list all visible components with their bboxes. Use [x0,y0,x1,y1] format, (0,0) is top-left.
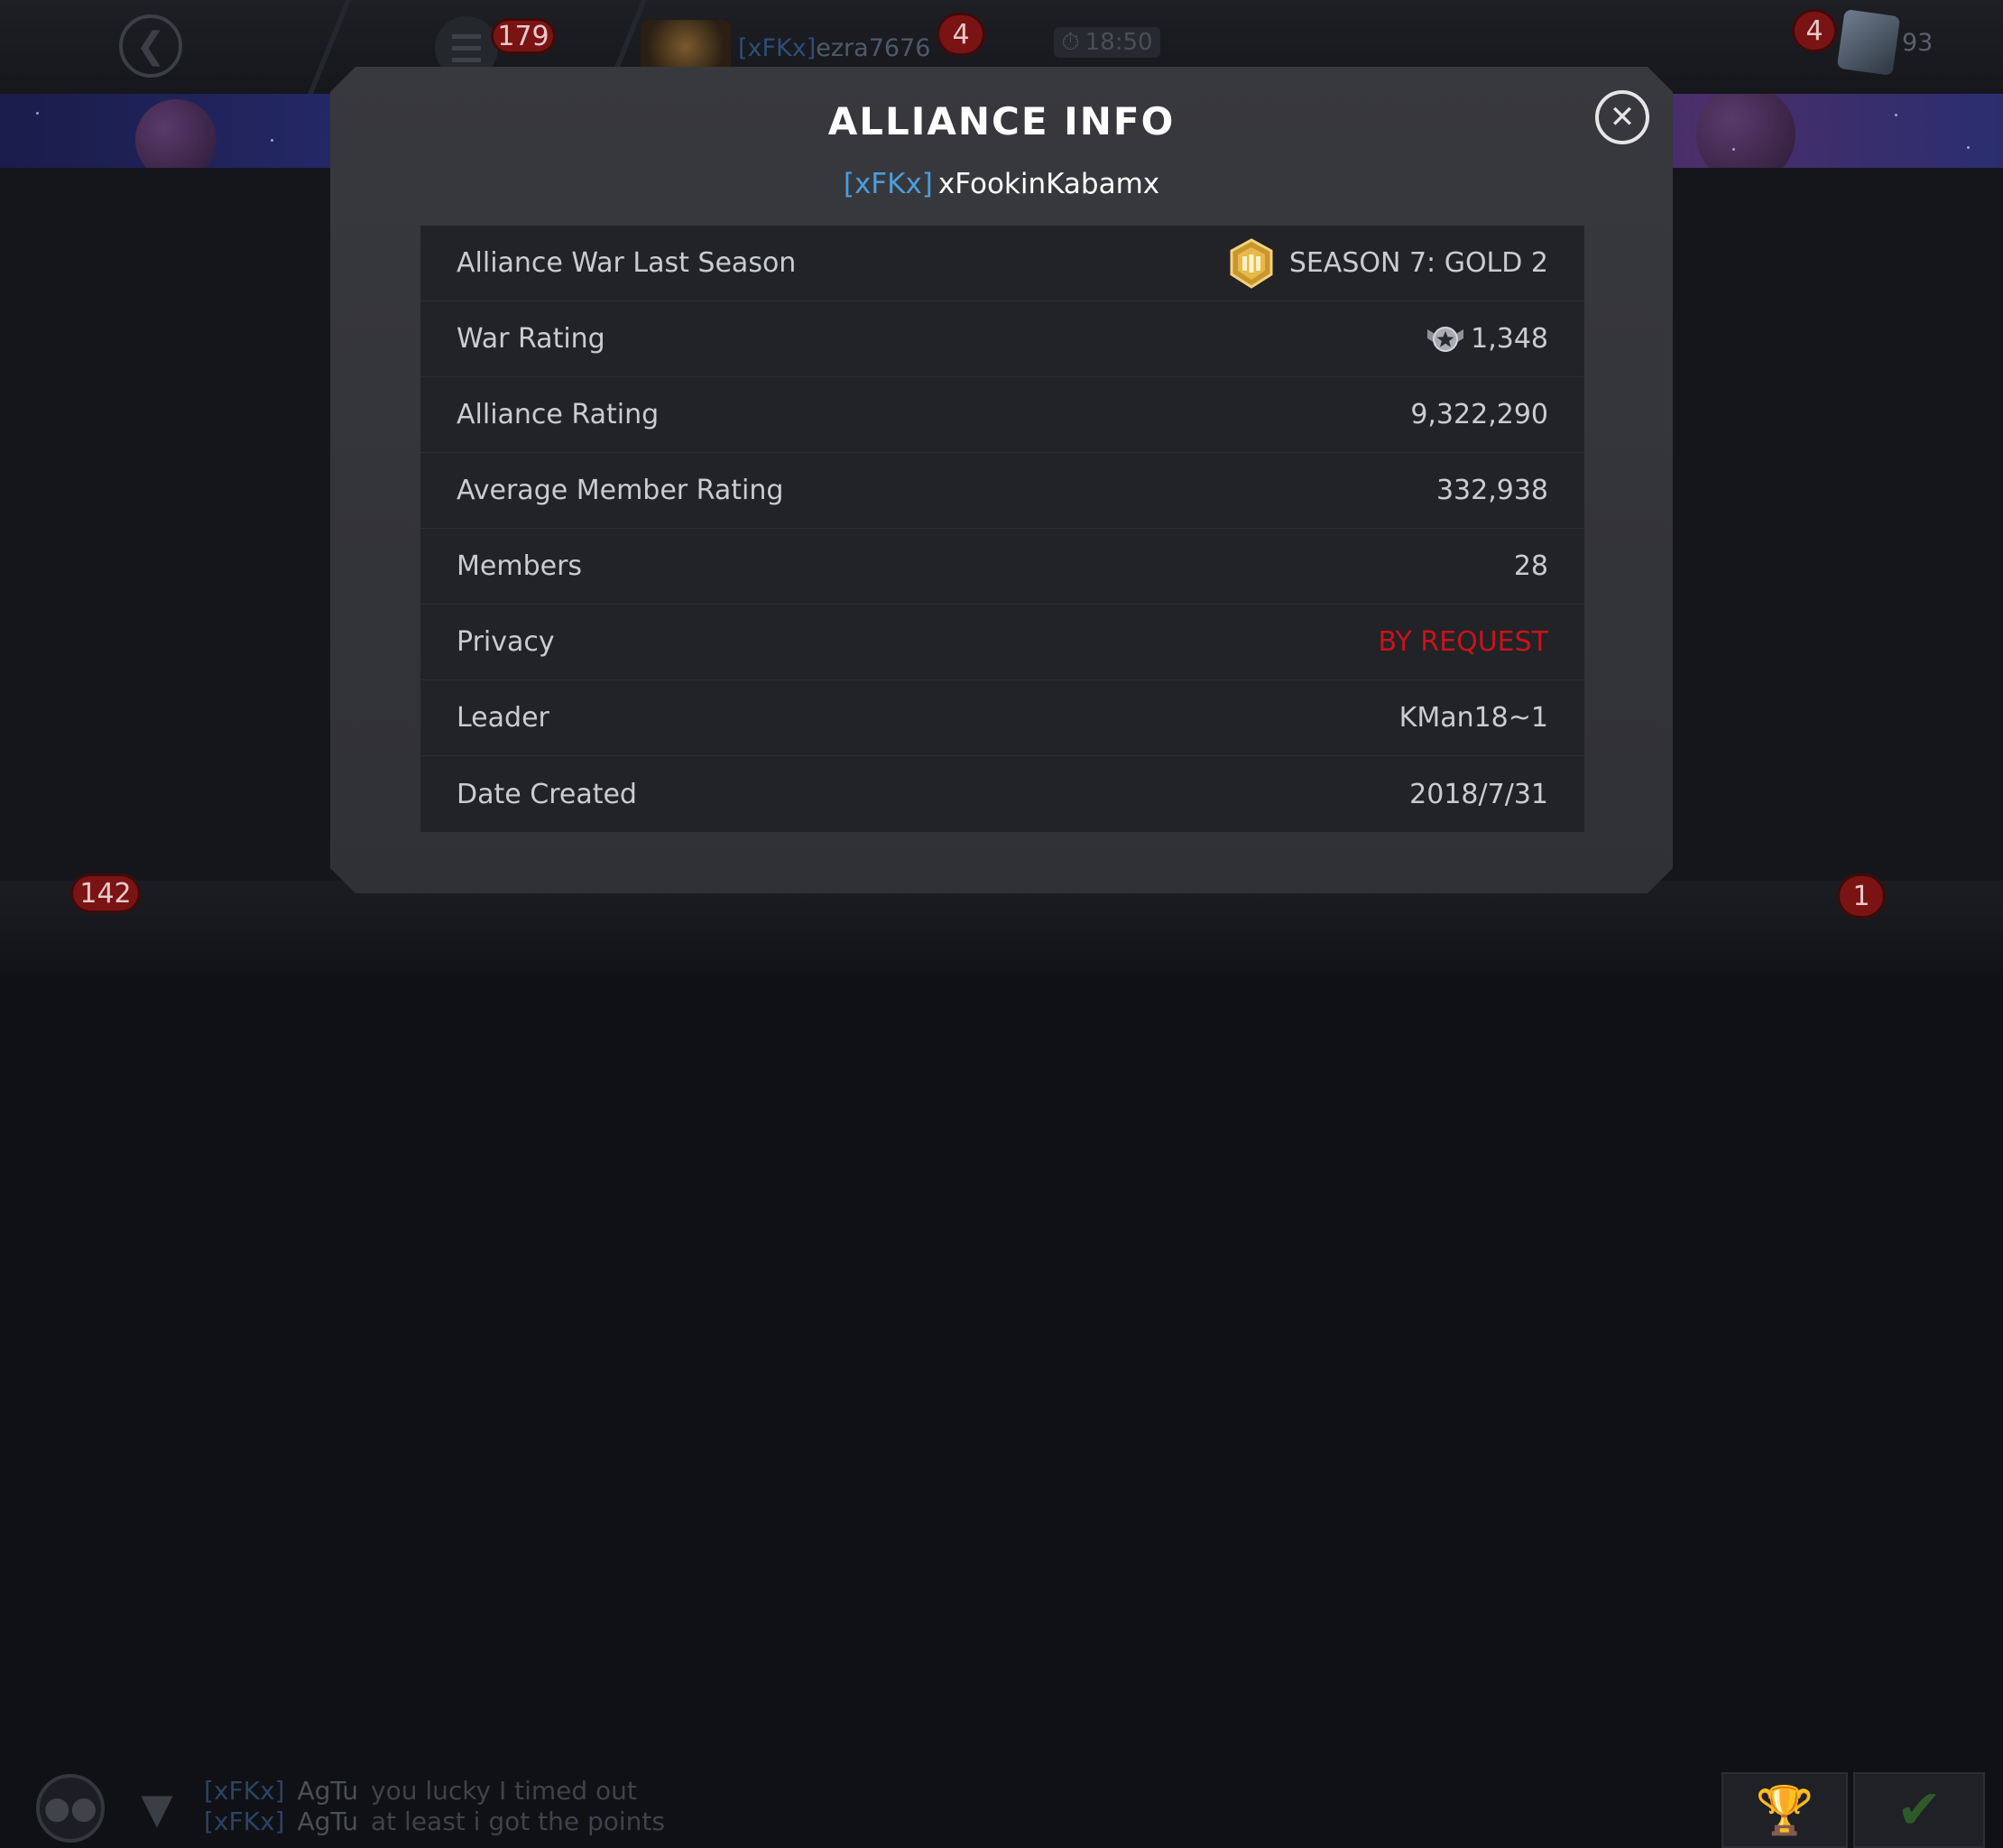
alliance-info-table: Alliance War Last Season SEASON 7: GOLD … [420,226,1584,832]
gold-tier-badge-icon [1230,237,1273,289]
info-row-alliance-rating: Alliance Rating 9,322,290 [420,377,1584,453]
row-value: 28 [1513,550,1548,582]
chat-message: [xFKx] AgTu you lucky I timed out [204,1776,637,1806]
checkmark-icon: ✔ [1896,1779,1943,1842]
privacy-value: BY REQUEST [1378,626,1549,658]
crystal-badge: 4 [1792,9,1837,52]
row-label: Leader [457,702,549,734]
row-label: War Rating [457,323,605,355]
row-value: SEASON 7: GOLD 2 [1226,237,1548,289]
alliance-tag: [xFKx] [843,168,933,200]
modal-title: ALLIANCE INFO [827,99,1176,143]
bottom-bar: ●● 142 ▼ [xFKx] AgTu you lucky I timed out… [0,873,2003,1848]
quest-badge: 1 [1837,873,1886,919]
row-value: 2018/7/31 [1409,778,1548,810]
chat-message: [xFKx] AgTu at least i got the points [204,1806,665,1836]
chat-members-button[interactable]: ●● [36,1774,105,1843]
row-value: 1,348 [1426,322,1548,356]
row-label: Privacy [457,626,555,658]
menu-icon [452,31,481,66]
alliance-name: [xFKx] xFookinKabamx [330,168,1673,200]
chat-preview[interactable]: [xFKx] AgTu you lucky I timed out [xFKx] Ag… [204,1776,665,1837]
close-icon: ✕ [1609,99,1636,135]
row-label: Members [457,550,583,582]
back-button[interactable]: ❮ [119,14,182,78]
chat-count-badge: 142 [70,873,141,913]
info-row-average-member-rating: Average Member Rating 332,938 [420,453,1584,529]
trophy-icon: 🏆 [1755,1783,1814,1838]
back-arrow-icon: ❮ [135,25,166,67]
leader-name[interactable]: KMan18~1 [1399,702,1548,734]
row-label: Average Member Rating [457,475,784,506]
row-label: Date Created [457,778,637,810]
quests-button[interactable]: ✔ [1853,1772,1985,1848]
row-value: 332,938 [1435,475,1548,506]
alliance-info-modal: ALLIANCE INFO [xFKx] xFookinKabamx ✕ Alli… [330,67,1673,893]
info-row-members: Members 28 [420,529,1584,605]
close-button[interactable]: ✕ [1595,90,1649,144]
row-value: 9,322,290 [1410,399,1548,430]
people-icon: ●● [43,1790,97,1826]
clock-icon: ⏱ [1061,28,1080,56]
info-row-privacy: Privacy BY REQUEST [420,605,1584,680]
row-label: Alliance Rating [457,399,660,430]
alliance-emblem-icon[interactable]: ▼ [132,1783,182,1834]
info-row-date-created: Date Created 2018/7/31 [420,756,1584,832]
info-row-war-last-season: Alliance War Last Season SEASON 7: GOLD … [420,226,1584,301]
war-rating-icon [1427,326,1464,352]
crystal-icon[interactable] [1836,9,1901,76]
alliance-name-text: xFookinKabamx [937,168,1160,200]
notification-badge: 179 [491,18,556,54]
row-label: Alliance War Last Season [457,247,797,279]
trophy-button[interactable]: 🏆 [1721,1772,1848,1848]
info-row-leader: Leader KMan18~1 [420,680,1584,756]
player-name[interactable]: [xFKx]ezra7676 [738,34,930,62]
player-badge: 4 [937,13,985,56]
info-row-war-rating: War Rating 1,348 [420,301,1584,377]
crystal-count: 93 [1902,29,1934,57]
timer: ⏱ 18:50 [1054,27,1160,58]
